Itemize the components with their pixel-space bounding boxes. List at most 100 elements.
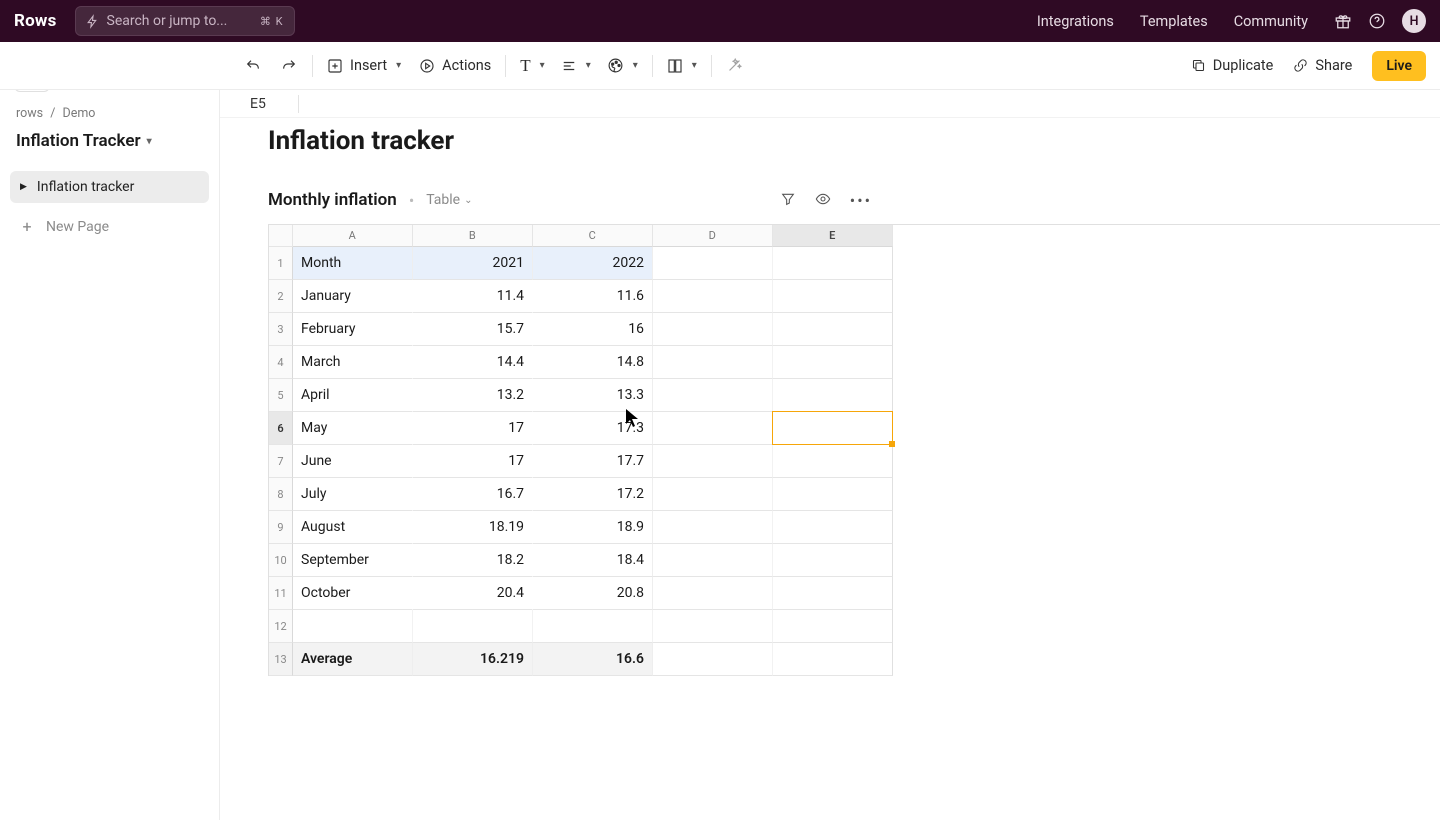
- cell-D8[interactable]: [653, 478, 773, 511]
- cell-E1[interactable]: [773, 247, 893, 280]
- cell-A2[interactable]: January: [293, 280, 413, 313]
- cell-C13[interactable]: 16.6: [533, 643, 653, 676]
- brand-logo[interactable]: Rows: [14, 11, 57, 31]
- cell-B8[interactable]: 16.7: [413, 478, 533, 511]
- cell-E12[interactable]: [773, 610, 893, 643]
- share-button[interactable]: Share: [1293, 57, 1352, 74]
- live-button[interactable]: Live: [1372, 51, 1426, 81]
- actions-button[interactable]: Actions: [419, 57, 491, 74]
- cell-C3[interactable]: 16: [533, 313, 653, 346]
- col-header-B[interactable]: B: [413, 225, 533, 247]
- cell-A7[interactable]: June: [293, 445, 413, 478]
- cell-D2[interactable]: [653, 280, 773, 313]
- cell-E5[interactable]: [773, 379, 893, 412]
- cell-C11[interactable]: 20.8: [533, 577, 653, 610]
- crumb-leaf[interactable]: Demo: [62, 106, 95, 121]
- row-header-8[interactable]: 8: [269, 478, 293, 511]
- row-header-11[interactable]: 11: [269, 577, 293, 610]
- cell-D7[interactable]: [653, 445, 773, 478]
- cell-B11[interactable]: 20.4: [413, 577, 533, 610]
- cell-D12[interactable]: [653, 610, 773, 643]
- cell-E11[interactable]: [773, 577, 893, 610]
- col-header-D[interactable]: D: [653, 225, 773, 247]
- page-title[interactable]: Inflation tracker: [268, 126, 1440, 156]
- cell-C10[interactable]: 18.4: [533, 544, 653, 577]
- avatar[interactable]: H: [1402, 9, 1426, 33]
- row-header-2[interactable]: 2: [269, 280, 293, 313]
- nav-integrations[interactable]: Integrations: [1037, 13, 1114, 30]
- duplicate-button[interactable]: Duplicate: [1191, 57, 1274, 74]
- cell-C9[interactable]: 18.9: [533, 511, 653, 544]
- spreadsheet[interactable]: ABCDE1Month202120222January11.411.63Febr…: [268, 224, 1440, 676]
- col-header-A[interactable]: A: [293, 225, 413, 247]
- cell-C5[interactable]: 13.3: [533, 379, 653, 412]
- cell-C7[interactable]: 17.7: [533, 445, 653, 478]
- cell-E7[interactable]: [773, 445, 893, 478]
- cell-D11[interactable]: [653, 577, 773, 610]
- cell-A3[interactable]: February: [293, 313, 413, 346]
- cell-B9[interactable]: 18.19: [413, 511, 533, 544]
- tree-item-inflation[interactable]: ▶ Inflation tracker: [10, 171, 209, 203]
- cell-reference[interactable]: E5: [250, 96, 298, 112]
- cell-D5[interactable]: [653, 379, 773, 412]
- row-header-6[interactable]: 6: [269, 412, 293, 445]
- more-icon[interactable]: •••: [850, 191, 872, 210]
- wand-button[interactable]: [726, 57, 743, 74]
- cell-B1[interactable]: 2021: [413, 247, 533, 280]
- row-header-7[interactable]: 7: [269, 445, 293, 478]
- cell-E13[interactable]: [773, 643, 893, 676]
- row-header-3[interactable]: 3: [269, 313, 293, 346]
- cell-B10[interactable]: 18.2: [413, 544, 533, 577]
- insert-button[interactable]: Insert ▾: [327, 57, 401, 74]
- cell-E9[interactable]: [773, 511, 893, 544]
- redo-button[interactable]: [280, 58, 298, 74]
- cell-B3[interactable]: 15.7: [413, 313, 533, 346]
- view-selector[interactable]: Table ⌄: [426, 192, 472, 208]
- crumb-root[interactable]: rows: [16, 106, 43, 121]
- cell-E3[interactable]: [773, 313, 893, 346]
- cell-A6[interactable]: May: [293, 412, 413, 445]
- cell-A10[interactable]: September: [293, 544, 413, 577]
- search-input[interactable]: Search or jump to... ⌘ K: [75, 6, 295, 36]
- cell-A12[interactable]: [293, 610, 413, 643]
- cell-A8[interactable]: July: [293, 478, 413, 511]
- gift-icon[interactable]: [1334, 12, 1352, 30]
- cell-E10[interactable]: [773, 544, 893, 577]
- cell-B4[interactable]: 14.4: [413, 346, 533, 379]
- cell-A9[interactable]: August: [293, 511, 413, 544]
- cell-E6[interactable]: [773, 412, 893, 445]
- table-name[interactable]: Monthly inflation: [268, 190, 397, 210]
- cell-A5[interactable]: April: [293, 379, 413, 412]
- help-icon[interactable]: [1368, 12, 1386, 30]
- row-header-13[interactable]: 13: [269, 643, 293, 676]
- cell-C4[interactable]: 14.8: [533, 346, 653, 379]
- cell-E2[interactable]: [773, 280, 893, 313]
- cell-A13[interactable]: Average: [293, 643, 413, 676]
- corner-cell[interactable]: [269, 225, 293, 247]
- cell-B7[interactable]: 17: [413, 445, 533, 478]
- cell-C1[interactable]: 2022: [533, 247, 653, 280]
- cell-D4[interactable]: [653, 346, 773, 379]
- cell-A4[interactable]: March: [293, 346, 413, 379]
- color-button[interactable]: ▾: [607, 57, 638, 74]
- cell-C12[interactable]: [533, 610, 653, 643]
- filter-icon[interactable]: [780, 191, 796, 210]
- doc-title[interactable]: Inflation Tracker ▾: [10, 131, 209, 151]
- cell-B13[interactable]: 16.219: [413, 643, 533, 676]
- col-header-E[interactable]: E: [773, 225, 893, 247]
- cell-D9[interactable]: [653, 511, 773, 544]
- cell-D13[interactable]: [653, 643, 773, 676]
- row-header-10[interactable]: 10: [269, 544, 293, 577]
- cell-A1[interactable]: Month: [293, 247, 413, 280]
- cell-C6[interactable]: 17.3: [533, 412, 653, 445]
- cell-D3[interactable]: [653, 313, 773, 346]
- layout-button[interactable]: ▾: [667, 58, 697, 74]
- row-header-4[interactable]: 4: [269, 346, 293, 379]
- cell-E4[interactable]: [773, 346, 893, 379]
- col-header-C[interactable]: C: [533, 225, 653, 247]
- row-header-5[interactable]: 5: [269, 379, 293, 412]
- cell-D6[interactable]: [653, 412, 773, 445]
- nav-templates[interactable]: Templates: [1140, 13, 1208, 30]
- visibility-icon[interactable]: [814, 191, 832, 210]
- cell-D1[interactable]: [653, 247, 773, 280]
